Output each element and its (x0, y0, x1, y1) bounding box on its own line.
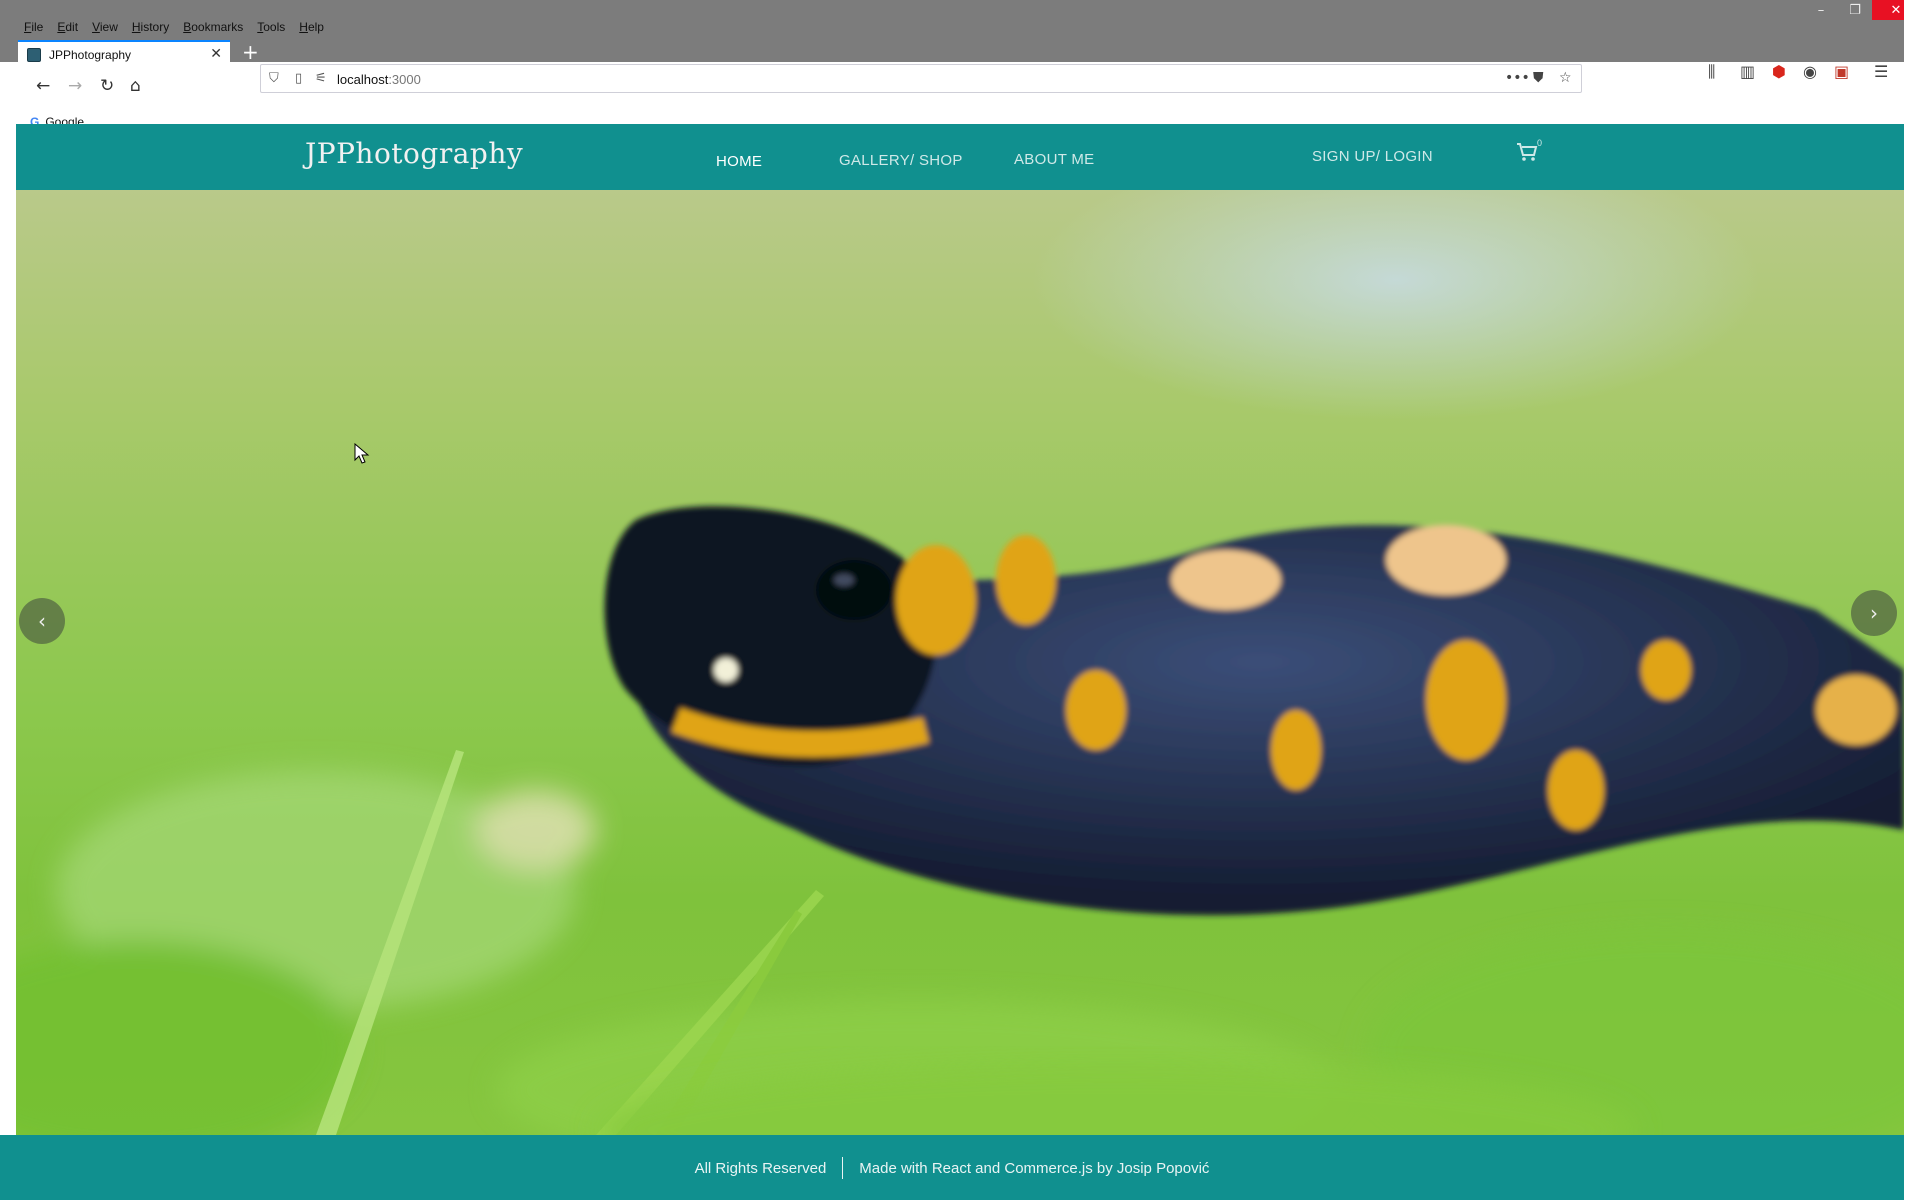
menu-history[interactable]: History (132, 20, 169, 34)
chevron-right-icon: › (1870, 601, 1878, 625)
ublock-icon[interactable]: ⬢ (1772, 62, 1786, 81)
forward-icon[interactable]: → (68, 78, 82, 95)
tab-title: JPPhotography (49, 48, 132, 62)
star-icon[interactable]: ☆ (1559, 70, 1572, 86)
tab-favicon-icon (27, 48, 41, 62)
url-host: localhost (337, 72, 389, 87)
home-icon[interactable]: ⌂ (130, 78, 141, 95)
menu-icon[interactable]: ☰ (1874, 62, 1888, 81)
cart-badge: 0 (1537, 138, 1543, 148)
footer-credit: Made with React and Commerce.js by Josip… (859, 1159, 1210, 1177)
site-logo[interactable]: JPPhotography (305, 137, 523, 170)
restore-button[interactable]: ❐ (1838, 0, 1872, 20)
menu-tools[interactable]: Tools (257, 20, 285, 34)
nav-gallery-shop[interactable]: GALLERY/ SHOP (839, 152, 963, 169)
new-tab-button[interactable]: + (242, 40, 259, 64)
menu-view[interactable]: View (92, 20, 118, 34)
window-border (1904, 0, 1920, 1200)
salamander-photo (16, 506, 1904, 1135)
carousel-prev-button[interactable]: ‹ (19, 598, 65, 644)
footer-rights: All Rights Reserved (694, 1159, 827, 1177)
chevron-left-icon: ‹ (38, 609, 46, 633)
url-text[interactable]: localhost:3000 (337, 72, 421, 87)
menu-edit[interactable]: Edit (57, 20, 78, 34)
menu-bar: File Edit View History Bookmarks Tools H… (24, 20, 324, 34)
tab-close-icon[interactable]: ✕ (210, 46, 222, 62)
library-icon[interactable]: ⫼ (1708, 62, 1715, 82)
shield-icon[interactable]: ⛉ (269, 71, 279, 86)
nav-signup-login[interactable]: SIGN UP/ LOGIN (1312, 148, 1433, 165)
minimize-button[interactable]: – (1804, 0, 1838, 20)
footer-content: All Rights Reserved Made with React and … (0, 1157, 1904, 1179)
url-bar[interactable]: ⛉ ▯ ⚟ localhost:3000 ••• ⛊ ☆ (260, 64, 1582, 93)
page-icon: ▯ (295, 71, 303, 86)
mouse-cursor-icon (354, 443, 370, 464)
pocket-icon[interactable]: ⛊ (1533, 70, 1544, 86)
sidebar-icon[interactable]: ▥ (1740, 62, 1755, 81)
hero-carousel: ‹ › (16, 190, 1904, 1135)
menu-help[interactable]: Help (299, 20, 324, 34)
window-controls: – ❐ ✕ (1804, 0, 1920, 22)
account-icon[interactable]: ◉ (1803, 62, 1817, 81)
window-titlebar: File Edit View History Bookmarks Tools H… (0, 0, 1920, 62)
carousel-next-button[interactable]: › (1851, 590, 1897, 636)
extension-icon[interactable]: ▣ (1834, 62, 1849, 81)
reload-icon[interactable]: ↻ (100, 78, 114, 95)
browser-tab[interactable]: JPPhotography ✕ (18, 40, 230, 68)
site-footer: All Rights Reserved Made with React and … (0, 1135, 1904, 1200)
menu-file[interactable]: File (24, 20, 43, 34)
nav-about-me[interactable]: ABOUT ME (1014, 151, 1094, 168)
url-port: :3000 (388, 72, 421, 87)
footer-divider (842, 1157, 844, 1179)
more-icon[interactable]: ••• (1505, 70, 1530, 86)
back-icon[interactable]: ← (36, 78, 50, 95)
permissions-icon[interactable]: ⚟ (315, 71, 327, 86)
menu-bookmarks[interactable]: Bookmarks (183, 20, 243, 34)
cart-icon[interactable] (1516, 142, 1538, 162)
site-header: JPPhotography HOME GALLERY/ SHOP ABOUT M… (16, 124, 1904, 190)
nav-home[interactable]: HOME (716, 153, 762, 170)
